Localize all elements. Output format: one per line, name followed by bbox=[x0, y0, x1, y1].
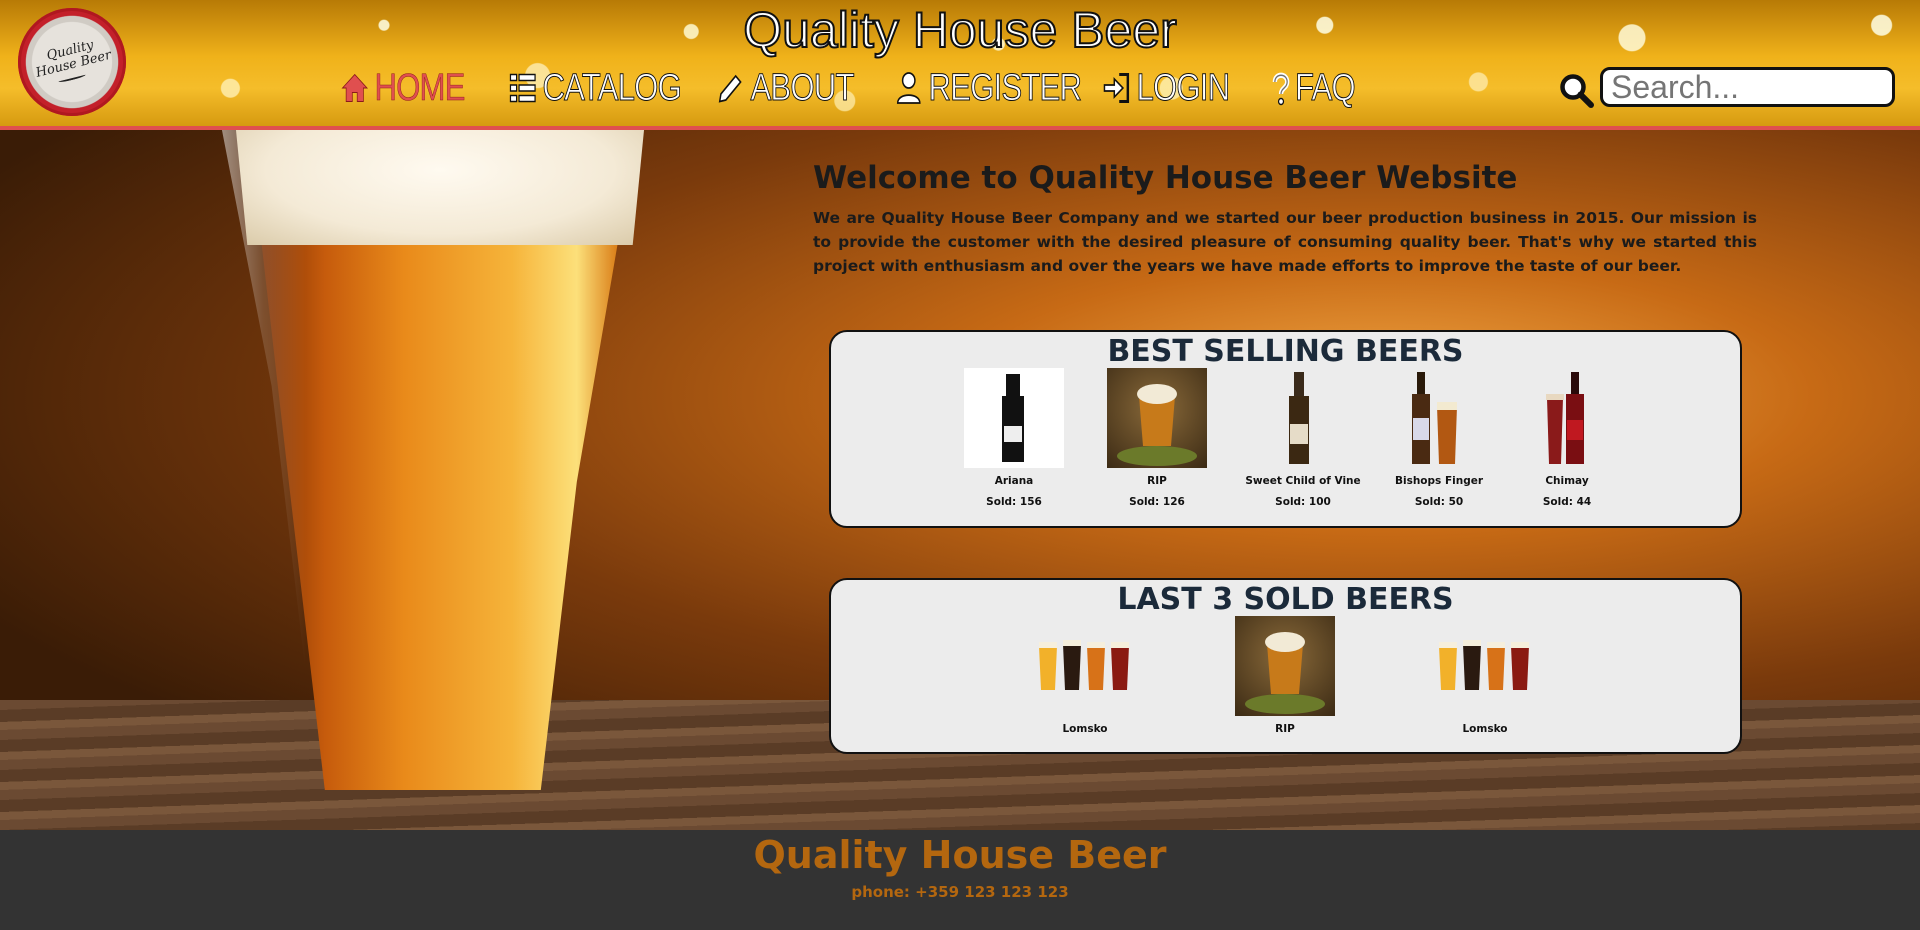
best-selling-sold: Sold: 50 bbox=[1414, 496, 1464, 508]
best-selling-name: Bishops Finger bbox=[1394, 475, 1484, 487]
beer-image-rip[interactable] bbox=[1235, 616, 1335, 716]
nav-catalog[interactable]: CATALOG bbox=[508, 63, 682, 113]
last-sold-title: LAST 3 SOLD BEERS bbox=[1117, 582, 1454, 617]
hero-beer-foam bbox=[235, 130, 645, 245]
sign-in-icon bbox=[1102, 70, 1132, 106]
best-selling-sold: Sold: 126 bbox=[1129, 496, 1185, 508]
beer-image-ariana[interactable] bbox=[964, 368, 1064, 468]
nav-home-label: HOME bbox=[374, 66, 465, 109]
beer-image-bishops-finger[interactable] bbox=[1385, 368, 1485, 468]
beer-image-rip[interactable] bbox=[1107, 368, 1207, 468]
best-selling-sold: Sold: 156 bbox=[986, 496, 1042, 508]
beer-image-lomsko[interactable] bbox=[1035, 616, 1135, 716]
nav-register[interactable]: REGISTER bbox=[894, 63, 1082, 113]
footer-title: Quality House Beer bbox=[753, 833, 1167, 877]
best-selling-name: Chimay bbox=[1545, 475, 1589, 487]
pencil-icon bbox=[716, 70, 746, 106]
nav-home[interactable]: HOME bbox=[340, 63, 466, 113]
home-icon bbox=[340, 70, 370, 106]
best-selling-name: Sweet Child of Vine bbox=[1245, 475, 1361, 487]
nav-faq[interactable]: FAQ bbox=[1272, 63, 1357, 113]
footer-phone: phone: +359 123 123 123 bbox=[851, 883, 1069, 901]
best-selling-box: BEST SELLING BEERS Ariana Sold: 156 RIP … bbox=[829, 330, 1742, 528]
beer-image-chimay[interactable] bbox=[1515, 368, 1615, 468]
beer-image-lomsko[interactable] bbox=[1435, 616, 1535, 716]
beer-image-sweet-child-of-vine[interactable] bbox=[1249, 368, 1349, 468]
nav-faq-label: FAQ bbox=[1294, 66, 1357, 109]
nav-login-label: LOGIN bbox=[1136, 66, 1231, 109]
nav-catalog-label: CATALOG bbox=[542, 66, 682, 109]
last-sold-name: Lomsko bbox=[1062, 723, 1108, 735]
search-icon[interactable] bbox=[1558, 72, 1594, 108]
site-title: Quality House Beer bbox=[742, 1, 1178, 59]
welcome-title: Welcome to Quality House Beer Website bbox=[813, 160, 1518, 196]
nav-login[interactable]: LOGIN bbox=[1102, 63, 1231, 113]
search-input[interactable] bbox=[1600, 67, 1895, 107]
site-header: Quality House Beer Quality House Beer HO… bbox=[0, 0, 1920, 130]
last-sold-name: Lomsko bbox=[1462, 723, 1508, 735]
welcome-text: We are Quality House Beer Company and we… bbox=[813, 209, 1757, 275]
list-icon bbox=[508, 70, 538, 106]
best-selling-sold: Sold: 100 bbox=[1275, 496, 1331, 508]
hero-section: Welcome to Quality House Beer Website We… bbox=[0, 130, 1920, 830]
best-selling-title: BEST SELLING BEERS bbox=[1107, 334, 1464, 369]
question-icon bbox=[1272, 70, 1290, 106]
user-icon bbox=[894, 70, 924, 106]
site-footer: Quality House Beer phone: +359 123 123 1… bbox=[0, 830, 1920, 930]
last-sold-name: RIP bbox=[1275, 723, 1295, 735]
nav-about-label: ABOUT bbox=[750, 66, 855, 109]
best-selling-name: RIP bbox=[1147, 475, 1167, 487]
last-sold-box: LAST 3 SOLD BEERS Lomsko RIP Lomsko bbox=[829, 578, 1742, 754]
best-selling-sold: Sold: 44 bbox=[1542, 496, 1592, 508]
nav-register-label: REGISTER bbox=[928, 66, 1082, 109]
best-selling-name: Ariana bbox=[994, 475, 1034, 487]
nav-about[interactable]: ABOUT bbox=[716, 63, 855, 113]
